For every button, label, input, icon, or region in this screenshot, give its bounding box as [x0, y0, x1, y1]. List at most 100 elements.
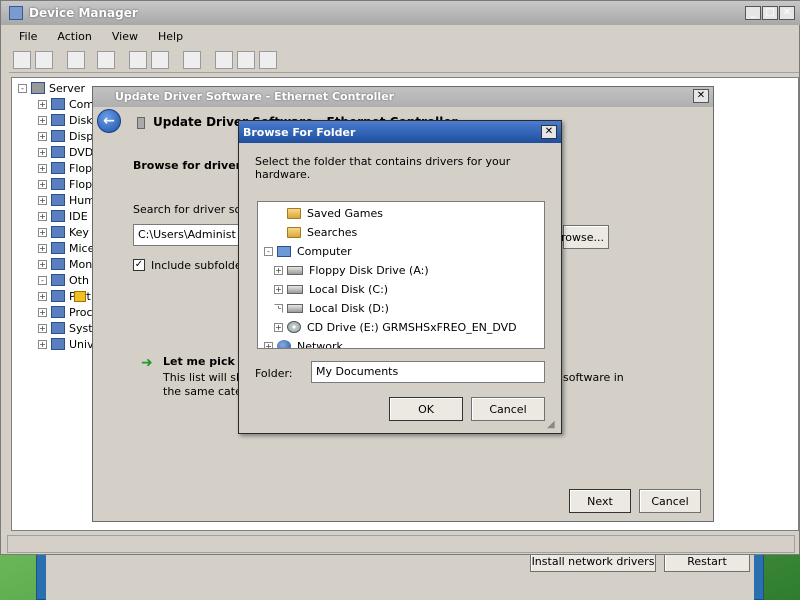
expand-icon[interactable]: + — [38, 131, 47, 141]
tree-item[interactable]: + DVD — [38, 144, 93, 160]
folder-tree-item[interactable]: Saved Games — [274, 204, 383, 222]
next-button[interactable]: Next — [569, 489, 631, 513]
tree-item[interactable]: + Univ — [38, 336, 94, 352]
tree-item[interactable]: + Syst — [38, 320, 93, 336]
expand-icon[interactable]: + — [274, 322, 283, 332]
scan-hardware-icon[interactable] — [183, 51, 201, 69]
pick-driver-link[interactable]: Let me pick fr — [163, 355, 249, 368]
folder-tree-item-label: Floppy Disk Drive (A:) — [309, 263, 429, 277]
expand-icon[interactable]: + — [274, 265, 283, 275]
driver-path-input[interactable]: C:\Users\Administ — [133, 224, 243, 246]
uninstall-icon[interactable] — [237, 51, 255, 69]
include-subfolders-checkbox[interactable]: ✓ — [133, 259, 145, 271]
expand-icon[interactable]: + — [264, 341, 273, 348]
folder-label: Folder: — [255, 367, 293, 380]
device-category-icon — [51, 130, 65, 142]
tree-item[interactable]: + IDE — [38, 208, 88, 224]
expand-icon[interactable]: + — [38, 179, 47, 189]
forward-arrow-icon[interactable] — [35, 51, 53, 69]
console-tree-icon[interactable] — [67, 51, 85, 69]
window-title: Device Manager — [29, 6, 138, 20]
menu-view[interactable]: View — [102, 27, 148, 47]
expand-icon[interactable]: + — [38, 115, 47, 125]
warning-icon — [74, 290, 86, 302]
drive-icon — [287, 284, 303, 294]
menu-help[interactable]: Help — [148, 27, 193, 47]
expand-icon[interactable]: + — [38, 147, 47, 157]
device-category-icon — [51, 274, 65, 286]
back-arrow-icon[interactable]: ← — [97, 109, 121, 133]
cancel-button[interactable]: Cancel — [471, 397, 545, 421]
expand-icon[interactable]: + — [38, 99, 47, 109]
menu-file[interactable]: File — [9, 27, 47, 47]
tree-item[interactable]: + Key — [38, 224, 89, 240]
action-pane-icon[interactable] — [151, 51, 169, 69]
tree-item-label: Flop — [69, 161, 93, 175]
device-category-icon — [51, 242, 65, 254]
properties-icon[interactable] — [97, 51, 115, 69]
close-icon[interactable]: ✕ — [693, 89, 709, 103]
resize-grip-icon[interactable]: ◢ — [547, 419, 559, 431]
device-category-icon — [51, 338, 65, 350]
help-icon[interactable] — [129, 51, 147, 69]
folder-input[interactable]: My Documents — [311, 361, 545, 383]
folder-tree-item[interactable]: + Local Disk (D:) — [274, 299, 389, 317]
expand-icon[interactable]: + — [38, 307, 47, 317]
search-location-label: Search for driver sof — [133, 203, 246, 216]
folder-tree-item[interactable]: + CD Drive (E:) GRMSHSxFREO_EN_DVD — [274, 318, 517, 336]
browse-button[interactable]: Browse... — [553, 225, 609, 249]
expand-icon[interactable]: + — [38, 323, 47, 333]
expand-icon[interactable]: + — [38, 339, 47, 349]
expand-icon[interactable]: + — [38, 227, 47, 237]
tree-item[interactable]: + Mon — [38, 256, 92, 272]
tree-item[interactable]: + Flop — [38, 160, 92, 176]
tree-item[interactable]: + Proc — [38, 304, 93, 320]
folder-tree-item[interactable]: + Network — [264, 337, 343, 349]
device-category-icon — [51, 210, 65, 222]
tree-item[interactable]: + Flop — [38, 176, 92, 192]
collapse-icon[interactable]: - — [264, 246, 273, 256]
tree-item[interactable]: + Hum — [38, 192, 95, 208]
menu-action[interactable]: Action — [47, 27, 101, 47]
tree-item[interactable]: + Mice — [38, 240, 94, 256]
device-category-icon — [51, 114, 65, 126]
folder-tree-item[interactable]: + Floppy Disk Drive (A:) — [274, 261, 429, 279]
tree-root-label: Server — [49, 81, 86, 95]
drive-icon — [287, 303, 303, 313]
tree-item[interactable]: + Disp — [38, 128, 93, 144]
expand-icon[interactable]: + — [38, 163, 47, 173]
ok-button[interactable]: OK — [389, 397, 463, 421]
computer-icon — [277, 245, 291, 257]
folder-tree-item[interactable]: + Local Disk (C:) — [274, 280, 388, 298]
tree-root[interactable]: - Server — [18, 80, 85, 96]
cancel-button[interactable]: Cancel — [639, 489, 701, 513]
minimize-icon[interactable]: _ — [745, 6, 761, 20]
expand-icon[interactable]: + — [274, 284, 283, 294]
network-icon — [277, 340, 291, 348]
close-icon[interactable]: ✕ — [779, 6, 795, 20]
back-arrow-icon[interactable] — [13, 51, 31, 69]
collapse-icon[interactable]: - — [18, 83, 27, 93]
folder-tree-item[interactable]: Searches — [274, 223, 357, 241]
device-category-icon — [51, 258, 65, 270]
tree-item[interactable]: - Oth — [38, 272, 89, 288]
unknown-device-item[interactable] — [74, 288, 86, 304]
device-category-icon — [51, 290, 65, 302]
close-icon[interactable]: ✕ — [541, 125, 557, 139]
tree-item[interactable]: + Com — [38, 96, 94, 112]
tree-item-label: DVD — [69, 145, 94, 159]
folder-tree[interactable]: Saved Games Searches - Computer + Floppy Disk… — [257, 201, 545, 349]
browse-for-folder-title: Browse For Folder — [243, 126, 356, 139]
folder-tree-item[interactable]: - Computer — [264, 242, 352, 260]
expand-icon[interactable]: + — [38, 259, 47, 269]
folder-tree-item-label: Network — [297, 339, 343, 349]
update-driver-icon[interactable] — [215, 51, 233, 69]
expand-icon[interactable]: + — [38, 291, 47, 301]
disable-icon[interactable] — [259, 51, 277, 69]
expand-icon[interactable]: + — [38, 211, 47, 221]
collapse-icon[interactable]: - — [38, 275, 47, 285]
tree-item[interactable]: + Disk — [38, 112, 93, 128]
maximize-icon[interactable]: □ — [762, 6, 778, 20]
expand-icon[interactable]: + — [38, 243, 47, 253]
expand-icon[interactable]: + — [38, 195, 47, 205]
